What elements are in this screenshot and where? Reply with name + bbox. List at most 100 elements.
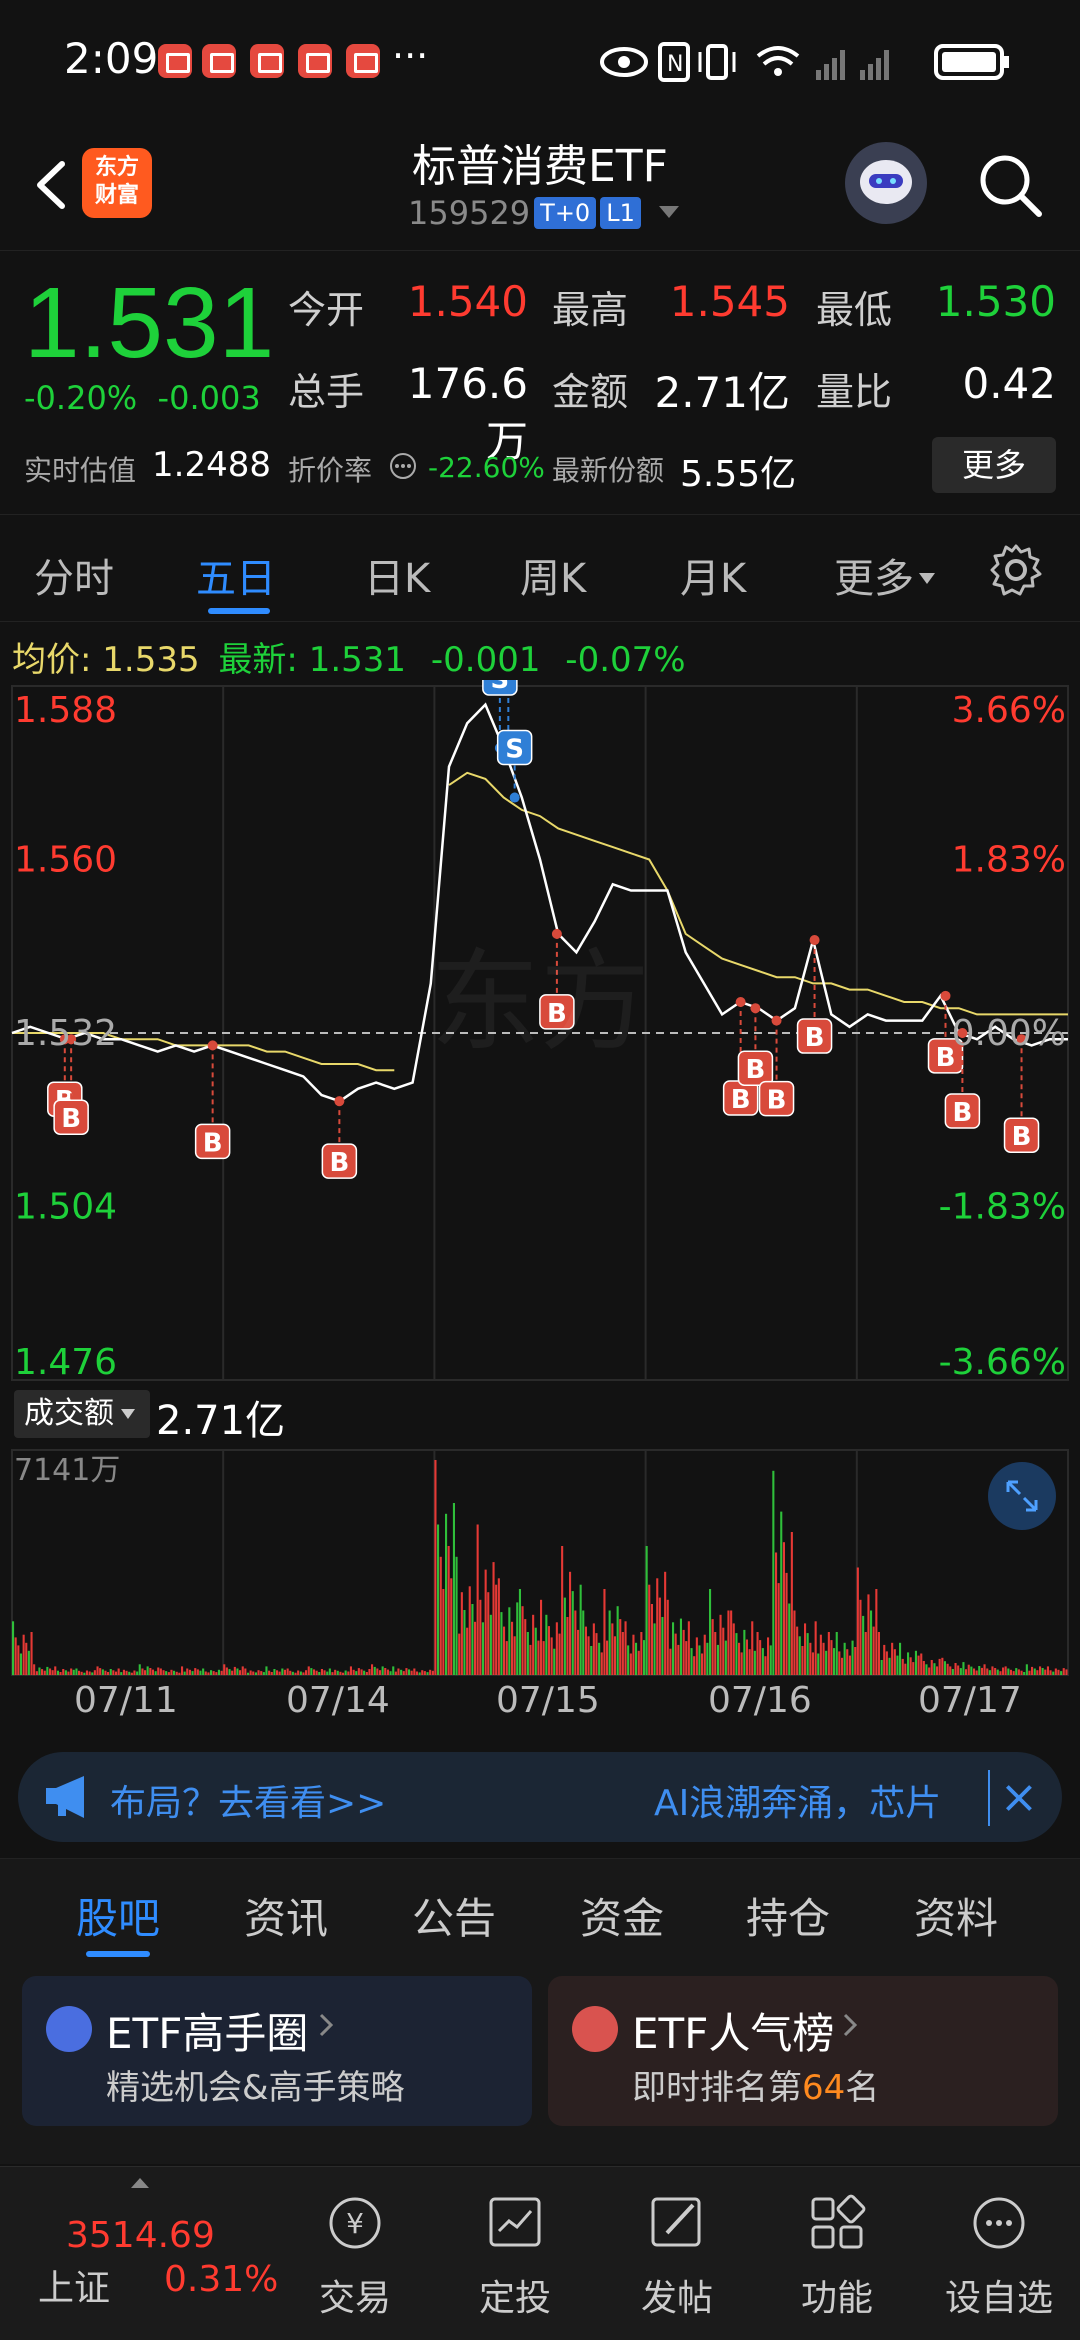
volume-bar (212, 1671, 215, 1675)
volume-bar (320, 1669, 323, 1675)
nav-functions[interactable]: 功能 (772, 2167, 902, 2340)
volume-bar (838, 1651, 841, 1676)
fund-code-line[interactable]: 159529 T+0 L1 (408, 194, 681, 232)
volume-bar (819, 1634, 822, 1675)
volume-bar (827, 1632, 830, 1675)
volume-bar (262, 1672, 265, 1675)
volume-bar (336, 1670, 339, 1675)
volume-bar (1065, 1669, 1068, 1675)
change-amount: -0.003 (157, 379, 261, 417)
volume-bar (381, 1666, 384, 1675)
volume-bar (67, 1671, 70, 1675)
wifi-icon (756, 46, 800, 76)
volume-bar (511, 1621, 514, 1675)
tab-announcements[interactable]: 公告 (412, 1885, 496, 1946)
ticker-text[interactable]: 布局？去看看>> (110, 1774, 386, 1826)
volume-bar (875, 1589, 878, 1675)
last-price: 1.531 (24, 267, 275, 379)
info-icon[interactable] (388, 451, 418, 481)
volume-bar (891, 1642, 894, 1676)
settings-gear-icon[interactable] (988, 542, 1044, 598)
tab-more[interactable]: 更多 (834, 546, 936, 604)
volume-type-select[interactable]: 成交额 (14, 1390, 150, 1438)
grid-apps-icon (811, 2194, 866, 2249)
five-day-chart[interactable]: BBBBSSSBBBBBBBB 1.5883.66%1.5601.83%1.53… (0, 680, 1080, 1732)
volume-bar (434, 1460, 437, 1675)
change-percent: -0.20% (24, 379, 138, 417)
expand-icon[interactable] (988, 1462, 1056, 1530)
high-label: 最高 (552, 288, 629, 332)
high-value: 1.545 (669, 277, 790, 326)
tab-monthly-k[interactable]: 月K (680, 546, 746, 604)
rank-prefix: 即时排名第 (632, 2068, 802, 2108)
volume-bar (653, 1623, 656, 1675)
nav-watchlist[interactable]: 设自选 (934, 2167, 1064, 2340)
volume-bar (450, 1578, 453, 1675)
volume-bar (397, 1668, 400, 1675)
volume-bar (753, 1650, 756, 1675)
low-label: 最低 (816, 288, 893, 332)
market-index-widget[interactable]: 3514.69 上证 0.31% (0, 2167, 290, 2340)
volume-bar (632, 1634, 635, 1675)
nav-invest[interactable]: 定投 (450, 2167, 580, 2340)
close-icon[interactable] (988, 1770, 1044, 1826)
tab-daily-k[interactable]: 日K (364, 546, 430, 604)
volume-bar (38, 1667, 41, 1675)
system-status-icons: N (600, 42, 1009, 82)
robot-assistant-icon[interactable] (845, 142, 927, 224)
volume-bar (846, 1649, 849, 1675)
volume-bar (862, 1615, 865, 1675)
volume-bar (51, 1670, 54, 1675)
volume-bar (99, 1668, 102, 1675)
tab-profile[interactable]: 资料 (914, 1885, 998, 1946)
volume-bar (471, 1604, 474, 1675)
quote-panel: 1.531 -0.20% -0.003 今开 1.540 最高 1.545 最低… (0, 250, 1080, 515)
nav-post[interactable]: 发帖 (612, 2167, 742, 2340)
ticker-text[interactable]: AI浪潮奔涌，芯片 (654, 1774, 941, 1826)
tab-holdings[interactable]: 持仓 (746, 1885, 830, 1946)
volume-bar (637, 1650, 640, 1675)
volume-bar (772, 1470, 775, 1676)
dropdown-arrow-icon[interactable] (657, 204, 681, 220)
y-label-price: 1.588 (14, 690, 117, 731)
volume-bar (476, 1524, 479, 1675)
volume-bar (532, 1614, 535, 1675)
volume-bar (561, 1546, 564, 1675)
volume-bar (743, 1629, 746, 1675)
more-button[interactable]: 更多 (932, 437, 1056, 493)
volume-bar (35, 1671, 38, 1675)
volume-bar (761, 1648, 764, 1675)
volume-bar (394, 1671, 397, 1675)
y-label-percent: 1.83% (952, 840, 1066, 881)
nav-trade[interactable]: ¥ 交易 (290, 2167, 420, 2340)
search-icon[interactable] (975, 150, 1045, 220)
volume-bar (611, 1623, 614, 1675)
latest-diff-pct: -0.07% (565, 640, 686, 680)
volume-bar (690, 1648, 693, 1675)
volume-bar (555, 1622, 558, 1675)
card-subtitle: 精选机会&高手策略 (106, 2068, 405, 2108)
news-ticker[interactable]: 布局？去看看>> AI浪潮奔涌，芯片 (18, 1752, 1062, 1842)
tab-fund-flow[interactable]: 资金 (580, 1885, 664, 1946)
date-label: 07/17 (918, 1680, 1022, 1721)
volume-bar (495, 1584, 498, 1675)
volume-bar (93, 1670, 96, 1675)
etf-experts-card[interactable]: ETF高手圈 精选机会&高手策略 (22, 1976, 532, 2126)
etf-popularity-card[interactable]: ETF人气榜 即时排名第64名 (548, 1976, 1058, 2126)
tab-news[interactable]: 资讯 (244, 1885, 328, 1946)
volume-bar (326, 1671, 329, 1675)
tab-weekly-k[interactable]: 周K (520, 546, 586, 604)
volume-bar (780, 1511, 783, 1675)
volume-bar (487, 1592, 490, 1675)
tab-intraday[interactable]: 分时 (34, 546, 114, 604)
volume-bar (368, 1669, 371, 1675)
volume-bar (809, 1642, 812, 1676)
volume-bar (542, 1641, 545, 1675)
volume-bar (558, 1633, 561, 1675)
marker-label: B (329, 1148, 349, 1178)
volume-bar (870, 1610, 873, 1675)
tab-five-day[interactable]: 五日 (196, 546, 276, 604)
volume-bar (141, 1668, 144, 1675)
volume-bar (518, 1589, 521, 1675)
tab-forum[interactable]: 股吧 (76, 1885, 160, 1946)
